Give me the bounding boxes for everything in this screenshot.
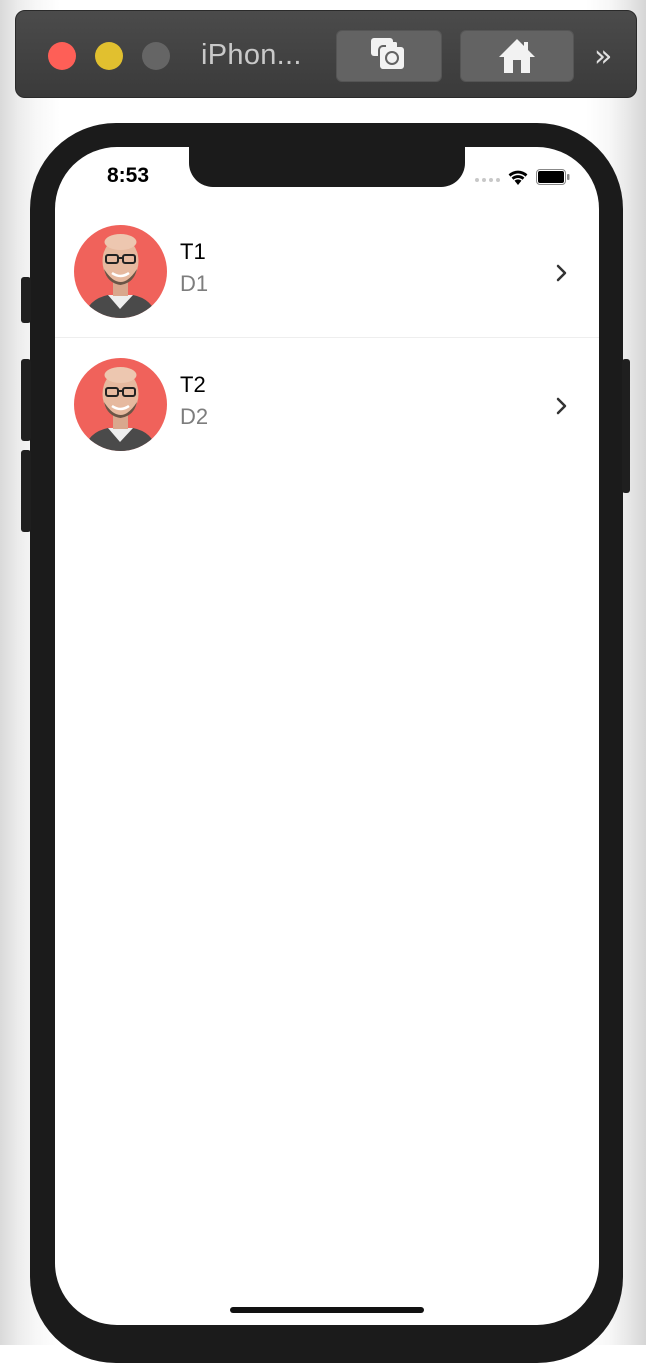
list-item-description: D2 xyxy=(180,404,209,429)
item-list: T1 D1 T2 D2 xyxy=(55,205,599,471)
camera-icon xyxy=(371,38,406,71)
screenshot-button[interactable] xyxy=(336,30,442,82)
power-button xyxy=(622,359,630,493)
home-icon xyxy=(499,39,535,73)
avatar xyxy=(74,358,167,451)
battery-icon xyxy=(536,169,570,185)
mute-switch xyxy=(21,277,31,323)
avatar xyxy=(74,225,167,318)
list-item-title: T1 xyxy=(180,239,206,264)
phone-screen: 8:53 T1 D1 T2 D2 xyxy=(55,147,599,1325)
home-button[interactable] xyxy=(460,30,574,82)
volume-down-button xyxy=(21,450,31,532)
cellular-signal-icon xyxy=(475,178,500,182)
list-item[interactable]: T1 D1 xyxy=(55,205,599,338)
simulator-toolbar: iPhon... » xyxy=(15,10,637,98)
list-item-title: T2 xyxy=(180,372,206,397)
close-window-button[interactable] xyxy=(48,42,76,70)
list-item-description: D1 xyxy=(180,271,209,296)
list-item[interactable]: T2 D2 xyxy=(55,338,599,471)
chevron-right-icon xyxy=(556,397,567,415)
zoom-window-button[interactable] xyxy=(142,42,170,70)
toolbar-overflow-button[interactable]: » xyxy=(594,39,613,74)
home-indicator[interactable] xyxy=(230,1307,424,1313)
status-time: 8:53 xyxy=(107,164,150,187)
minimize-window-button[interactable] xyxy=(95,42,123,70)
chevron-right-icon xyxy=(556,264,567,282)
notch xyxy=(189,147,465,187)
wifi-icon xyxy=(508,170,528,185)
volume-up-button xyxy=(21,359,31,441)
window-title: iPhon... xyxy=(201,39,302,71)
